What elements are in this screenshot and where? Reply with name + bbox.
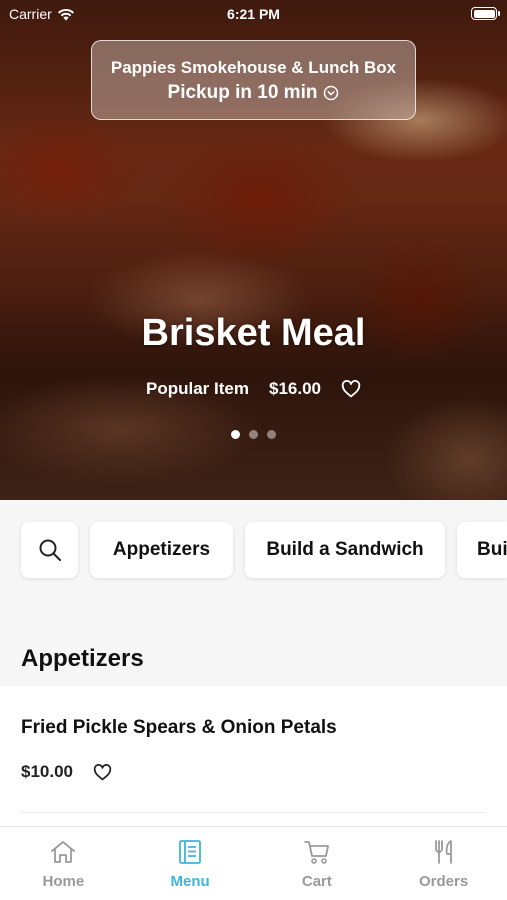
battery-icon [471,7,500,20]
divider [21,812,486,813]
status-time: 6:21 PM [227,6,280,22]
item-price: $10.00 [21,762,73,781]
category-bar: Appetizers Build a Sandwich Build a Sand… [0,500,507,620]
carousel-pagination[interactable] [0,430,507,439]
tab-menu[interactable]: Menu [127,827,254,900]
pickup-selector[interactable]: Pappies Smokehouse & Lunch Box Pickup in… [91,40,416,120]
carousel-dot[interactable] [249,430,258,439]
category-build-a-sandwich[interactable]: Build a Sandwich [245,522,445,578]
tab-label: Home [42,873,85,890]
featured-item-meta: Popular Item $16.00 [0,379,507,399]
tab-bar: Home Menu Cart Orders [0,826,507,900]
search-icon [39,539,61,561]
item-price-row: $10.00 [21,762,112,782]
item-name: Fried Pickle Spears & Onion Petals [21,717,337,738]
restaurant-name: Pappies Smokehouse & Lunch Box [110,58,397,77]
category-appetizers[interactable]: Appetizers [90,522,233,578]
featured-item-tag: Popular Item [146,379,249,398]
pickup-time-label: Pickup in 10 min [167,82,318,103]
pickup-time: Pickup in 10 min [92,82,415,104]
tab-label: Cart [301,873,332,890]
tab-cart[interactable]: Cart [254,827,381,900]
list-item[interactable]: Fried Pickle Spears & Onion Petals $10.0… [0,686,507,826]
heart-icon[interactable] [341,380,361,398]
chevron-down-circle-icon [324,85,339,101]
featured-item-title[interactable]: Brisket Meal [0,312,507,355]
carousel-dot[interactable] [231,430,240,439]
home-icon [51,841,76,863]
heart-icon[interactable] [93,763,112,781]
tab-label: Menu [170,873,210,890]
orders-icon [434,840,452,864]
carousel-dot[interactable] [267,430,276,439]
status-bar: Carrier 6:21 PM [0,0,507,28]
cart-icon [303,841,329,864]
section-title: Appetizers [21,645,144,672]
search-button[interactable] [21,522,78,578]
tab-home[interactable]: Home [0,827,127,900]
menu-icon [179,840,202,864]
category-build-a-sandwich-2[interactable]: Build a Sandwich [457,522,507,578]
tab-label: Orders [419,873,469,890]
tab-orders[interactable]: Orders [380,827,507,900]
featured-item-price: $16.00 [268,379,321,398]
